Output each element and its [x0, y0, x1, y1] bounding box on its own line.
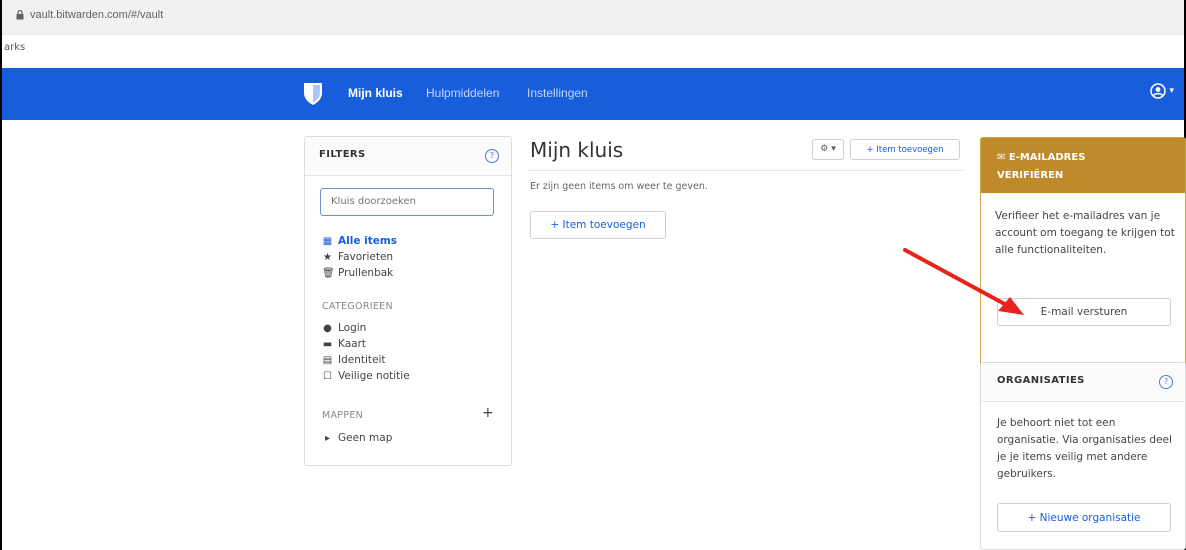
- add-item-button-top[interactable]: + Item toevoegen: [850, 139, 960, 160]
- bookmarks-label[interactable]: arks: [4, 42, 25, 53]
- filters-header: FILTERS ?: [305, 137, 511, 176]
- top-navbar: Mijn kluis Hulpmiddelen Instellingen ▾: [2, 68, 1184, 120]
- category-secure-note[interactable]: ☐ Veilige notitie: [322, 370, 410, 382]
- page-title: Mijn kluis: [530, 138, 624, 162]
- star-icon: ★: [323, 251, 332, 263]
- filter-all-items[interactable]: ▦ Alle items: [322, 235, 397, 247]
- nav-tools[interactable]: Hulpmiddelen: [426, 86, 499, 100]
- red-arrow-annotation: [903, 248, 1024, 315]
- filter-label: Alle items: [338, 235, 398, 247]
- category-label: Kaart: [338, 338, 367, 350]
- organizations-title: ORGANISATIES: [997, 375, 1085, 386]
- help-icon[interactable]: ?: [1159, 375, 1173, 389]
- nav-settings[interactable]: Instellingen: [527, 86, 588, 100]
- trash-icon: 🗑: [322, 267, 335, 279]
- verify-email-header: ✉ E-MAILADRES VERIFIËREN: [981, 138, 1185, 193]
- note-icon: ☐: [323, 370, 332, 382]
- filter-label: Favorieten: [338, 251, 394, 263]
- filter-label: Prullenbak: [338, 267, 394, 279]
- browser-address-bar[interactable]: vault.bitwarden.com/#/vault: [2, 0, 1184, 35]
- verify-title-line2: VERIFIËREN: [997, 170, 1064, 181]
- help-icon[interactable]: ?: [485, 149, 499, 163]
- envelope-icon: ✉: [997, 152, 1009, 163]
- gear-menu-button[interactable]: ⚙ ▾: [812, 139, 844, 160]
- title-divider: [528, 170, 964, 171]
- plus-icon: +: [866, 144, 877, 155]
- plus-icon: +: [1027, 511, 1040, 524]
- add-folder-icon[interactable]: +: [482, 405, 494, 421]
- new-organization-button[interactable]: + Nieuwe organisatie: [997, 503, 1171, 532]
- empty-message: Er zijn geen items om weer te geven.: [530, 181, 708, 192]
- search-input[interactable]: [329, 195, 483, 208]
- user-circle-icon: [1150, 83, 1167, 99]
- organizations-text: Je behoort niet tot een organisatie. Via…: [997, 417, 1172, 480]
- category-label: Identiteit: [338, 354, 386, 366]
- category-login[interactable]: ● Login: [322, 322, 366, 334]
- bitwarden-shield-logo[interactable]: [303, 82, 323, 106]
- folder-label: Geen map: [338, 432, 393, 444]
- card-icon: ▬: [322, 338, 333, 350]
- globe-icon: ●: [323, 322, 332, 334]
- category-identity[interactable]: ▤ Identiteit: [322, 354, 386, 366]
- categories-heading: CATEGORIEEN: [322, 301, 393, 312]
- lock-icon: [16, 10, 24, 20]
- caret-right-icon: ▸: [324, 432, 331, 444]
- caret-down-icon: ▾: [1169, 86, 1174, 96]
- add-item-label: Item toevoegen: [876, 144, 944, 155]
- plus-icon: +: [550, 219, 563, 231]
- organizations-header: ORGANISATIES ?: [981, 363, 1185, 402]
- category-label: Login: [338, 322, 367, 334]
- nav-my-vault[interactable]: Mijn kluis: [348, 86, 403, 100]
- add-item-label: Item toevoegen: [562, 219, 646, 231]
- category-label: Veilige notitie: [338, 370, 410, 382]
- folder-none[interactable]: ▸ Geen map: [322, 432, 392, 444]
- gear-icon: ⚙: [820, 144, 829, 154]
- filter-favorites[interactable]: ★ Favorieten: [322, 251, 393, 263]
- folders-heading: MAPPEN: [322, 410, 364, 421]
- add-item-button[interactable]: + Item toevoegen: [530, 211, 666, 239]
- grid-icon: ▦: [322, 235, 333, 247]
- verify-title-line1: E-MAILADRES: [1008, 152, 1086, 163]
- filter-trash[interactable]: 🗑 Prullenbak: [322, 267, 393, 279]
- search-field[interactable]: [320, 188, 494, 216]
- account-menu[interactable]: ▾: [1150, 83, 1174, 99]
- id-card-icon: ▤: [322, 354, 333, 366]
- new-organization-label: Nieuwe organisatie: [1039, 511, 1141, 524]
- category-card[interactable]: ▬ Kaart: [322, 338, 366, 350]
- filters-title: FILTERS: [319, 149, 366, 160]
- url-text[interactable]: vault.bitwarden.com/#/vault: [30, 9, 163, 21]
- bookmarks-bar: arks: [2, 35, 1184, 67]
